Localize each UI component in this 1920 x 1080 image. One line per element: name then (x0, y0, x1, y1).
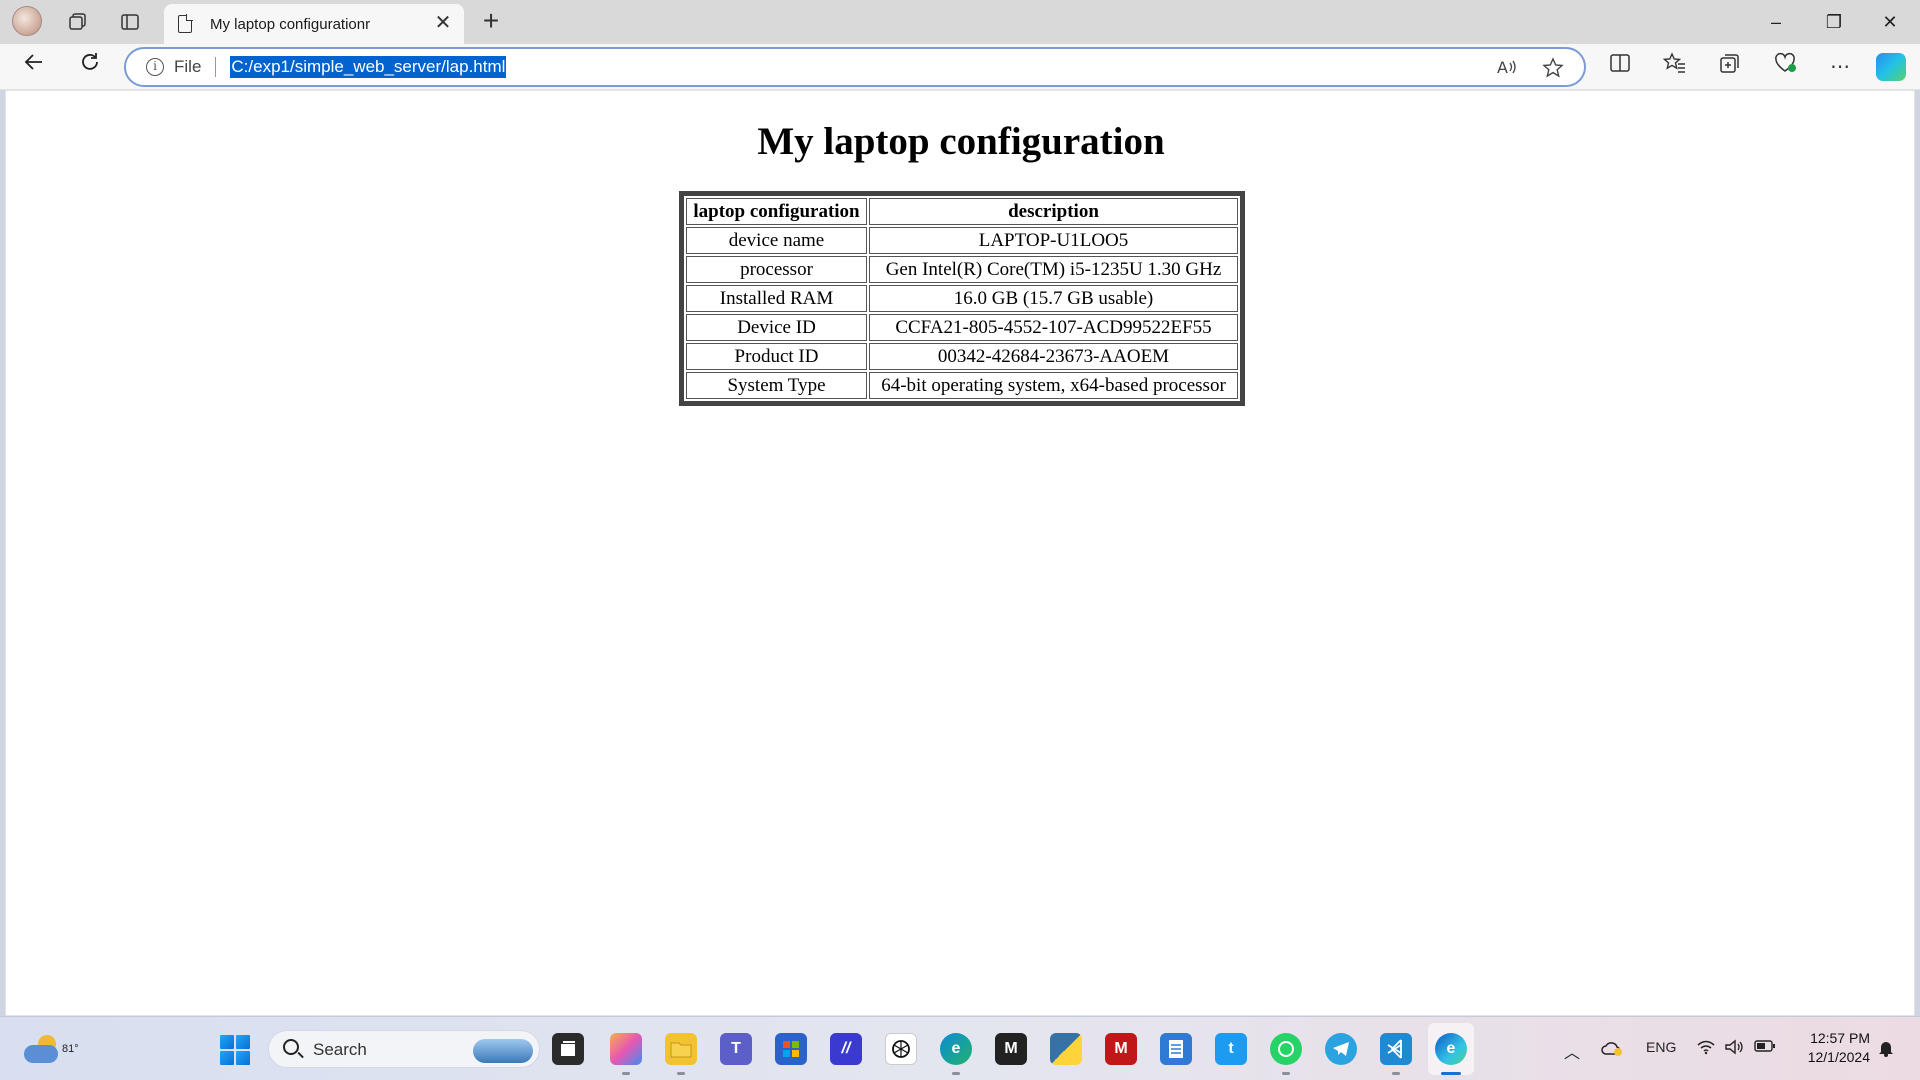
copilot-icon[interactable] (1876, 53, 1906, 81)
column-header-description: description (869, 198, 1238, 225)
configuration-cell: device name (686, 227, 867, 254)
chatgpt-icon[interactable] (885, 1033, 917, 1065)
active-tab[interactable]: My laptop configurationr ✕ (164, 4, 464, 44)
site-info-icon[interactable]: i (146, 58, 164, 76)
description-cell: 00342-42684-23673-AAOEM (869, 343, 1238, 370)
notepad-icon[interactable] (1160, 1033, 1192, 1065)
weather-widget[interactable]: 81° (22, 1031, 79, 1067)
browser-tab-bar: My laptop configurationr ✕ + – ❐ ✕ (0, 0, 1920, 44)
windows-logo-tile (220, 1051, 234, 1065)
table-row: processor Gen Intel(R) Core(TM) i5-1235U … (686, 256, 1238, 283)
configuration-cell: System Type (686, 372, 867, 399)
system-clock[interactable]: 12:57 PM 12/1/2024 (1790, 1029, 1870, 1067)
page-icon (178, 14, 193, 33)
description-cell: 16.0 GB (15.7 GB usable) (869, 285, 1238, 312)
start-button[interactable] (220, 1035, 250, 1065)
cloud-icon (24, 1045, 58, 1063)
workspaces-icon[interactable] (60, 6, 96, 38)
read-aloud-icon[interactable]: A (1494, 57, 1520, 81)
windows-taskbar: 81° Search T // e M M t e ︿ ENG 12:57 PM… (0, 1016, 1920, 1080)
browser-toolbar: i File C:/exp1/simple_web_server/lap.htm… (0, 44, 1920, 90)
address-separator (215, 57, 217, 77)
mcafee-icon[interactable]: M (1105, 1033, 1137, 1065)
close-tab-icon[interactable]: ✕ (432, 13, 454, 35)
browser-essentials-icon[interactable] (1769, 52, 1801, 82)
search-placeholder: Search (313, 1040, 367, 1059)
table-row: Product ID 00342-42684-23673-AAOEM (686, 343, 1238, 370)
wifi-icon[interactable] (1696, 1039, 1716, 1058)
configuration-cell: Product ID (686, 343, 867, 370)
configuration-cell: Installed RAM (686, 285, 867, 312)
file-explorer-icon[interactable] (665, 1033, 697, 1065)
edge-icon[interactable]: e (1435, 1033, 1467, 1065)
editor-app-icon[interactable]: // (830, 1033, 862, 1065)
url-text[interactable]: C:/exp1/simple_web_server/lap.html (230, 56, 507, 78)
clock-time: 12:57 PM (1810, 1030, 1870, 1046)
page-title: My laptop configuration (757, 120, 1165, 163)
address-bar[interactable]: i File C:/exp1/simple_web_server/lap.htm… (124, 47, 1586, 87)
vscode-icon[interactable] (1380, 1033, 1412, 1065)
teams-icon[interactable]: T (720, 1033, 752, 1065)
tab-title: My laptop configurationr (210, 15, 371, 33)
config-table: laptop configuration description device … (679, 191, 1245, 406)
scheme-label: File (174, 57, 202, 76)
search-highlight-image (473, 1039, 533, 1063)
whatsapp-icon[interactable] (1270, 1033, 1302, 1065)
collections-icon[interactable] (1714, 52, 1746, 82)
table-header-row: laptop configuration description (686, 198, 1238, 225)
refresh-button[interactable] (72, 50, 108, 84)
python-icon[interactable] (1050, 1033, 1082, 1065)
page-viewport: My laptop configuration laptop configura… (5, 90, 1915, 1016)
weather-temperature: 81° (62, 1043, 79, 1055)
profile-avatar[interactable] (12, 6, 42, 36)
notification-bell-icon[interactable] (1878, 1039, 1894, 1062)
running-indicator (952, 1072, 960, 1075)
tab-actions-icon[interactable] (112, 6, 148, 38)
taskbar-search[interactable]: Search (268, 1030, 540, 1068)
more-options-icon[interactable]: ⋯ (1824, 52, 1856, 82)
show-hidden-icons-icon[interactable]: ︿ (1564, 1039, 1580, 1063)
running-indicator (677, 1072, 685, 1075)
search-icon (283, 1039, 299, 1055)
windows-logo-tile (236, 1051, 250, 1065)
description-cell: 64-bit operating system, x64-based proce… (869, 372, 1238, 399)
description-cell: Gen Intel(R) Core(TM) i5-1235U 1.30 GHz (869, 256, 1238, 283)
table-row: Device ID CCFA21-805-4552-107-ACD99522EF5… (686, 314, 1238, 341)
new-tab-button[interactable]: + (474, 6, 508, 38)
twitter-icon[interactable]: t (1215, 1033, 1247, 1065)
description-cell: CCFA21-805-4552-107-ACD99522EF55 (869, 314, 1238, 341)
windows-logo-tile (236, 1035, 250, 1049)
configuration-cell: Device ID (686, 314, 867, 341)
language-indicator[interactable]: ENG (1646, 1039, 1676, 1055)
running-indicator (622, 1072, 630, 1075)
battery-icon[interactable] (1754, 1039, 1776, 1056)
minimize-button[interactable]: – (1748, 4, 1804, 40)
store-icon[interactable] (775, 1033, 807, 1065)
table-row: Installed RAM 16.0 GB (15.7 GB usable) (686, 285, 1238, 312)
volume-icon[interactable] (1724, 1039, 1744, 1058)
configuration-cell: processor (686, 256, 867, 283)
edge-beta-icon[interactable]: e (940, 1033, 972, 1065)
running-indicator (1282, 1072, 1290, 1075)
telegram-icon[interactable] (1325, 1033, 1357, 1065)
close-window-button[interactable]: ✕ (1862, 4, 1918, 40)
windows-logo-tile (220, 1035, 234, 1049)
description-cell: LAPTOP-U1LOO5 (869, 227, 1238, 254)
column-header-configuration: laptop configuration (686, 198, 867, 225)
svg-text:A: A (1497, 58, 1508, 77)
copilot-app-icon[interactable] (610, 1033, 642, 1065)
table-row: System Type 64-bit operating system, x64-… (686, 372, 1238, 399)
onedrive-icon[interactable] (1600, 1039, 1624, 1060)
back-button[interactable] (16, 50, 52, 84)
table-row: device name LAPTOP-U1LOO5 (686, 227, 1238, 254)
split-screen-icon[interactable] (1604, 52, 1636, 82)
running-indicator (1392, 1072, 1400, 1075)
medium-icon[interactable]: M (995, 1033, 1027, 1065)
active-app-indicator (1441, 1072, 1461, 1075)
favorites-icon[interactable] (1659, 52, 1691, 82)
clock-date: 12/1/2024 (1807, 1049, 1870, 1065)
favorite-star-icon[interactable] (1540, 57, 1566, 81)
restore-button[interactable]: ❐ (1806, 4, 1862, 40)
task-view-icon[interactable] (552, 1033, 584, 1065)
